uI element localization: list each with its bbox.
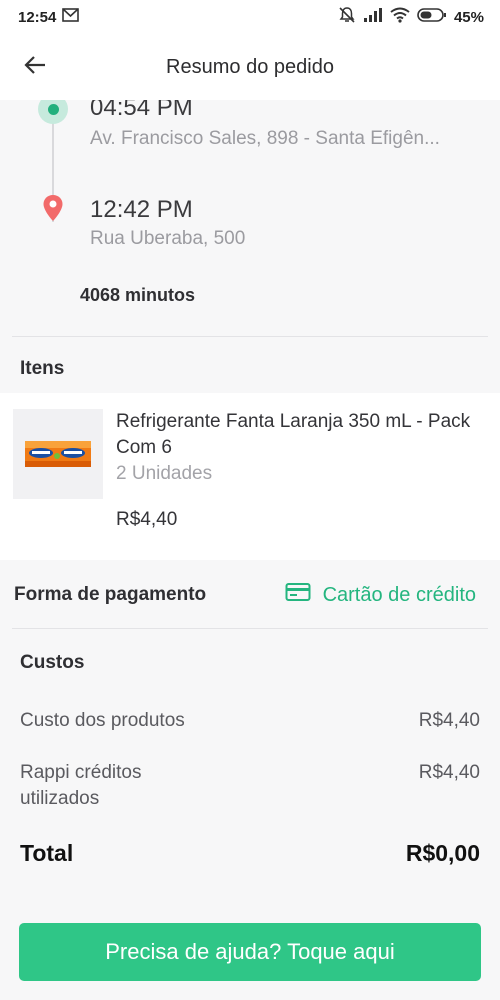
item-quantity: 2 Unidades <box>116 463 213 484</box>
total-value: R$0,00 <box>405 840 480 866</box>
destination-address: Rua Uberaba, 500 <box>90 228 246 249</box>
cost-row-products: Custo dos produtos R$4,40 <box>20 708 480 738</box>
order-summary-screen: 12:54 45% Resumo do pedido 04:54 PM Av. … <box>0 0 500 1000</box>
status-right: 45% <box>338 6 484 28</box>
route-duration: 4068 minutos <box>80 285 196 305</box>
divider <box>12 628 488 629</box>
divider <box>12 336 488 337</box>
app-header: Resumo do pedido <box>0 34 500 100</box>
item-name: Refrigerante Fanta Laranja 350 mL - Pack… <box>116 411 471 458</box>
help-button[interactable]: Precisa de ajuda? Toque aqui <box>19 923 481 981</box>
credit-card-icon <box>285 582 311 608</box>
signal-icon <box>363 7 383 27</box>
payment-method-label: Cartão de crédito <box>322 583 476 606</box>
wifi-icon <box>390 7 410 27</box>
fanta-pack-image <box>13 409 103 499</box>
total-row: Total R$0,00 <box>20 840 480 870</box>
battery-level: 45% <box>453 8 484 26</box>
item-price: R$4,40 <box>116 509 178 530</box>
cost-value: R$4,40 <box>418 762 480 783</box>
destination-time: 12:42 PM <box>90 196 193 223</box>
status-time: 12:54 <box>18 8 57 26</box>
cost-row-credits: Rappi créditos utilizados R$4,40 <box>20 760 480 816</box>
battery-icon <box>417 7 447 27</box>
payment-section: Forma de pagamento Cartão de crédito <box>0 562 500 628</box>
total-label: Total <box>20 840 74 866</box>
route-section: 04:54 PM Av. Francisco Sales, 898 - Sant… <box>0 94 500 337</box>
mute-icon <box>338 6 356 28</box>
status-bar: 12:54 45% <box>0 0 500 34</box>
payment-method-button[interactable]: Cartão de crédito <box>285 582 476 608</box>
items-title: Itens <box>20 358 65 379</box>
status-left: 12:54 <box>18 8 80 26</box>
map-pin-icon <box>42 194 64 227</box>
mail-icon <box>62 8 80 26</box>
cost-label: Rappi créditos utilizados <box>20 762 142 809</box>
cost-value: R$4,40 <box>418 710 480 731</box>
list-item[interactable]: Refrigerante Fanta Laranja 350 mL - Pack… <box>0 393 500 560</box>
origin-address: Av. Francisco Sales, 898 - Santa Efigên.… <box>90 128 440 149</box>
page-title: Resumo do pedido <box>166 56 334 78</box>
payment-label: Forma de pagamento <box>14 584 207 605</box>
cost-label: Custo dos produtos <box>20 710 185 731</box>
costs-title: Custos <box>20 652 85 673</box>
